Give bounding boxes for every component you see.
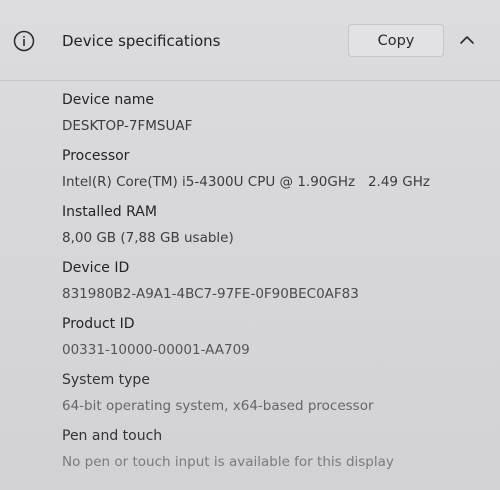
spec-label: Pen and touch: [62, 428, 163, 444]
section-header[interactable]: Device specifications Copy: [0, 0, 500, 80]
spec-value[interactable]: 64-bit operating system, x64-based proce…: [62, 396, 374, 416]
spec-device-name: Device name DESKTOP-7FMSUAF: [62, 88, 482, 144]
spec-processor: Processor Intel(R) Core(TM) i5-4300U CPU…: [62, 144, 482, 200]
spec-label: System type: [62, 372, 150, 388]
info-circle-icon: [13, 30, 35, 52]
section-title: Device specifications: [62, 32, 221, 50]
spec-device-id: Device ID 831980B2-A9A1-4BC7-97FE-0F90BE…: [62, 256, 482, 312]
spec-system-type: System type 64-bit operating system, x64…: [62, 368, 482, 424]
spec-value[interactable]: DESKTOP-7FMSUAF: [62, 116, 192, 136]
spec-label: Device ID: [62, 260, 130, 276]
spec-value[interactable]: No pen or touch input is available for t…: [62, 452, 394, 472]
spec-product-id: Product ID 00331-10000-00001-AA709: [62, 312, 482, 368]
spec-value[interactable]: 00331-10000-00001-AA709: [62, 340, 250, 360]
spec-label: Installed RAM: [62, 204, 157, 220]
spec-value[interactable]: 831980B2-A9A1-4BC7-97FE-0F90BEC0AF83: [62, 284, 359, 304]
spec-list: Device name DESKTOP-7FMSUAF Processor In…: [62, 88, 482, 480]
spec-pen-and-touch: Pen and touch No pen or touch input is a…: [62, 424, 482, 480]
spec-label: Processor: [62, 148, 130, 164]
device-specifications-panel: Device specifications Copy Device name D…: [0, 0, 500, 490]
spec-value[interactable]: Intel(R) Core(TM) i5-4300U CPU @ 1.90GHz…: [62, 172, 430, 192]
copy-button[interactable]: Copy: [348, 24, 444, 57]
spec-label: Device name: [62, 92, 155, 108]
chevron-up-icon[interactable]: [456, 33, 478, 47]
spec-installed-ram: Installed RAM 8,00 GB (7,88 GB usable): [62, 200, 482, 256]
header-divider: [0, 80, 500, 81]
spec-value[interactable]: 8,00 GB (7,88 GB usable): [62, 228, 234, 248]
spec-label: Product ID: [62, 316, 135, 332]
